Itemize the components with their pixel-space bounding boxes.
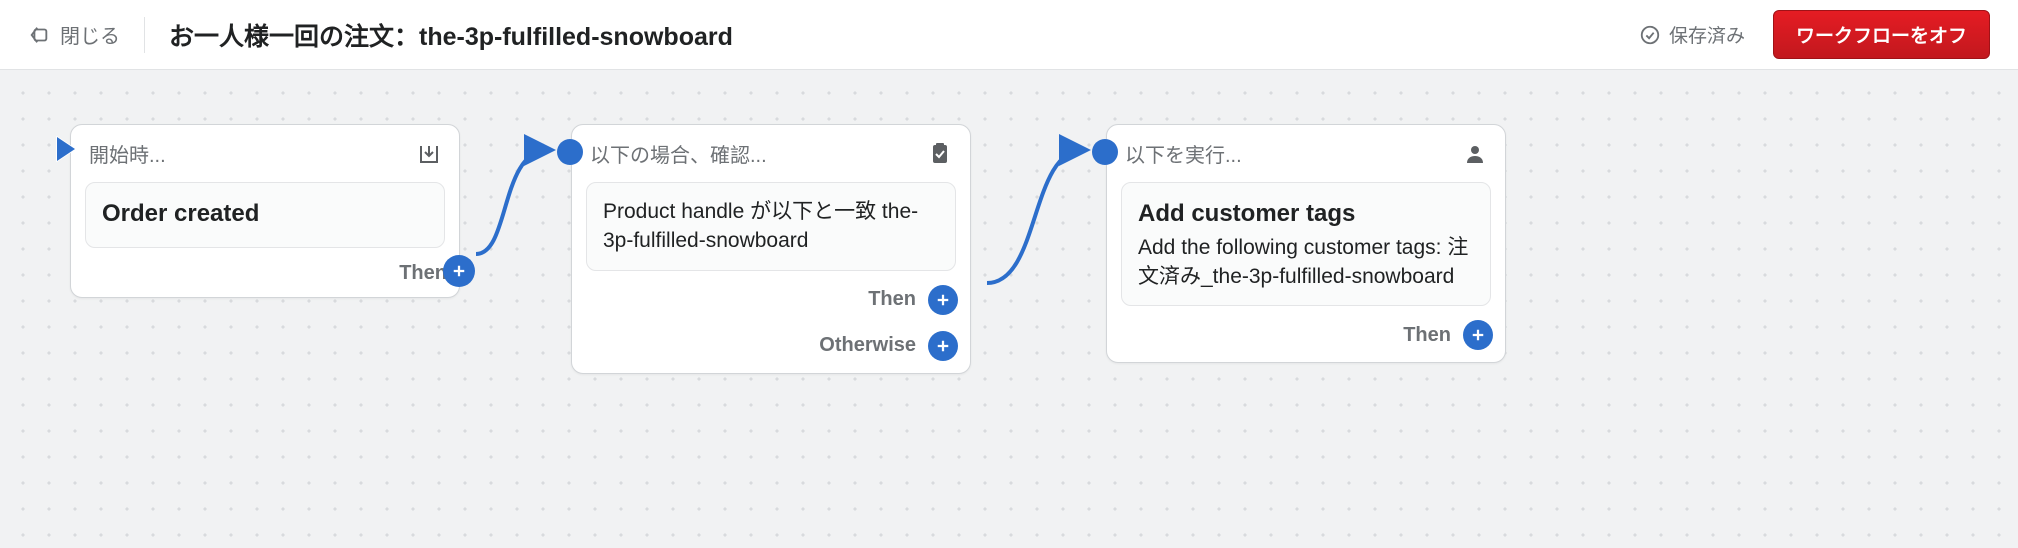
workflow-card-condition[interactable]: 以下の場合、確認... Product handle が以下と一致 the-3p…: [571, 124, 971, 374]
add-step-button[interactable]: [443, 255, 475, 287]
card-header: 以下を実行...: [1107, 125, 1505, 182]
back-icon: [28, 24, 50, 46]
close-button[interactable]: 閉じる: [28, 20, 120, 49]
card-header: 以下の場合、確認...: [572, 125, 970, 182]
saved-status: 保存済み: [1639, 21, 1745, 48]
add-then-button[interactable]: [928, 285, 958, 315]
card-body[interactable]: Add customer tags Add the following cust…: [1121, 182, 1491, 306]
then-label: Then: [868, 288, 916, 311]
trigger-title: Order created: [102, 197, 428, 231]
then-label: Then: [1403, 324, 1451, 347]
play-icon: [57, 137, 75, 161]
card-footer: Then: [71, 262, 459, 297]
card-footer: Then Otherwise: [572, 285, 970, 373]
close-label: 閉じる: [60, 20, 120, 49]
node-dot-icon: [1092, 139, 1118, 165]
card-header-label: 開始時...: [89, 139, 166, 168]
condition-text: Product handle が以下と一致 the-3p-fulfilled-s…: [603, 197, 939, 256]
card-header-label: 以下を実行...: [1125, 139, 1242, 168]
page-title: お一人様一回の注文：the-3p-fulfilled-snowboard: [169, 17, 733, 53]
card-body[interactable]: Order created: [85, 182, 445, 248]
card-body[interactable]: Product handle が以下と一致 the-3p-fulfilled-s…: [586, 182, 956, 271]
workflow-canvas[interactable]: 開始時... Order created Then 以下の場合、確認...: [0, 70, 2018, 548]
import-icon: [417, 142, 441, 166]
add-otherwise-button[interactable]: [928, 331, 958, 361]
action-text: Add the following customer tags: 注文済み_th…: [1138, 233, 1474, 292]
clipboard-check-icon: [928, 142, 952, 166]
then-label: Then: [399, 262, 447, 285]
card-footer: Then: [1107, 320, 1505, 362]
check-circle-icon: [1639, 24, 1661, 46]
add-step-button[interactable]: [1463, 320, 1493, 350]
turn-off-workflow-button[interactable]: ワークフローをオフ: [1773, 10, 1990, 59]
otherwise-label: Otherwise: [819, 334, 916, 357]
header-bar: 閉じる お一人様一回の注文：the-3p-fulfilled-snowboard…: [0, 0, 2018, 70]
saved-label: 保存済み: [1669, 21, 1745, 48]
header-divider: [144, 17, 145, 53]
card-header-label: 以下の場合、確認...: [590, 139, 767, 168]
person-icon: [1463, 142, 1487, 166]
node-dot-icon: [557, 139, 583, 165]
workflow-card-action[interactable]: 以下を実行... Add customer tags Add the follo…: [1106, 124, 1506, 363]
action-title: Add customer tags: [1138, 197, 1474, 231]
card-header: 開始時...: [71, 125, 459, 182]
workflow-card-trigger[interactable]: 開始時... Order created Then: [70, 124, 460, 298]
